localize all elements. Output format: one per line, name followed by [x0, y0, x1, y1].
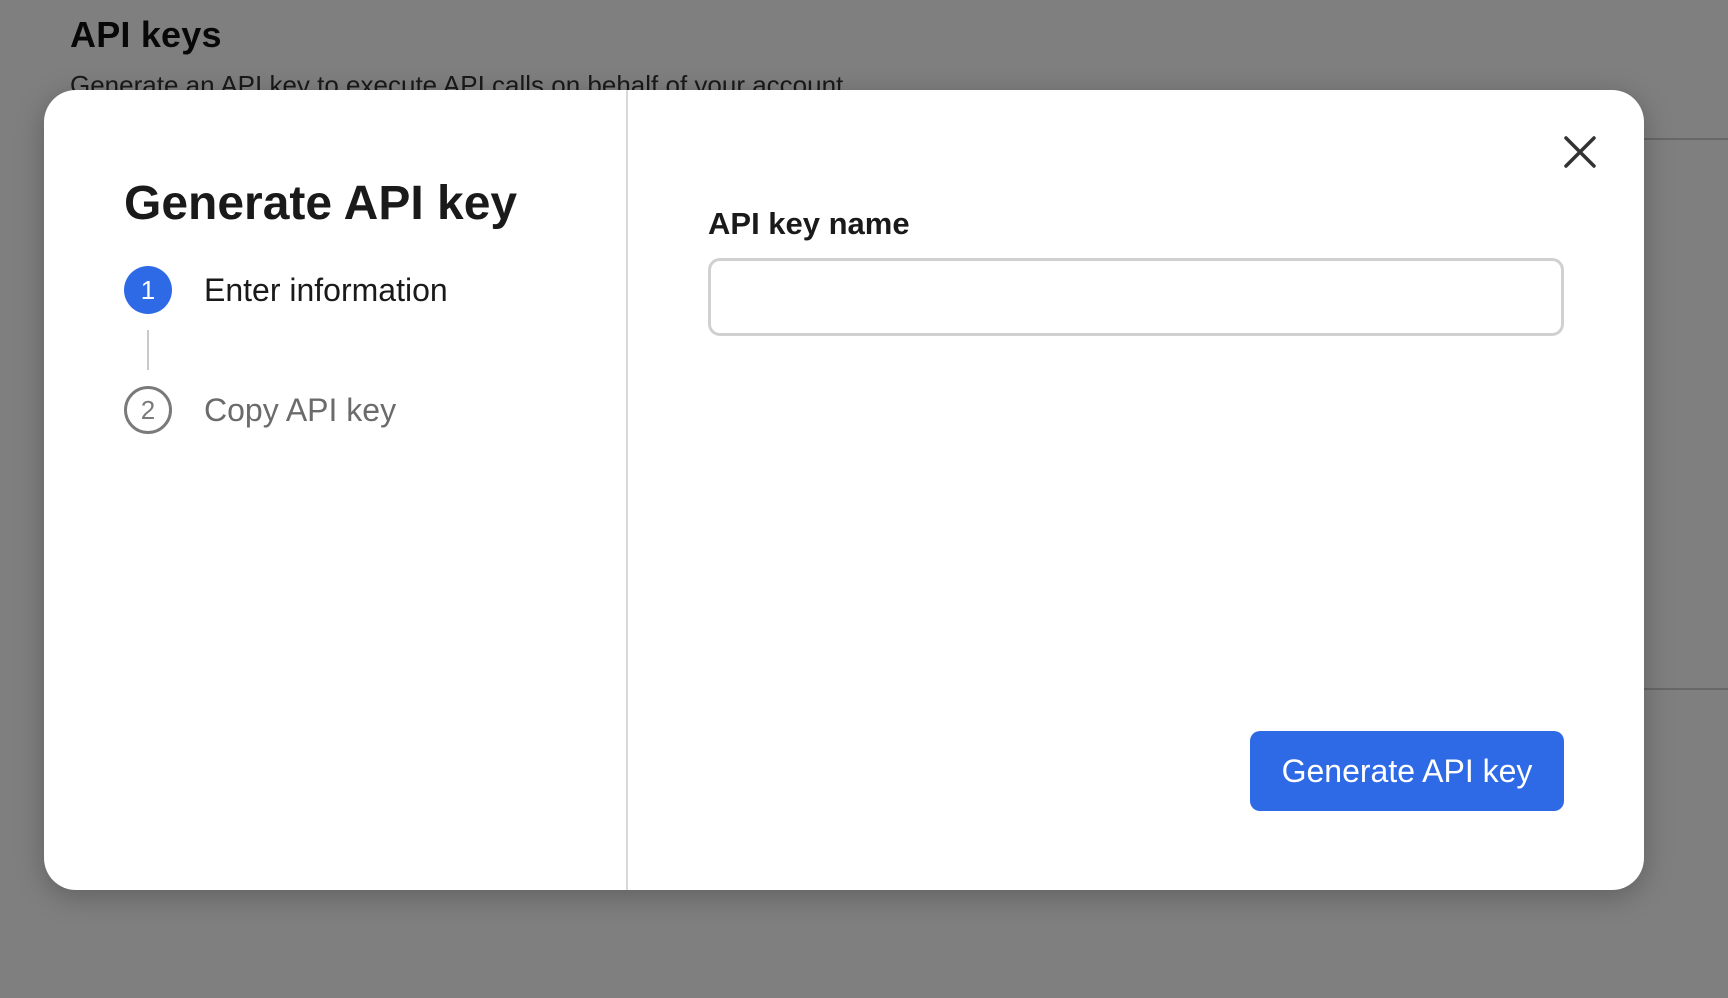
close-icon — [1564, 136, 1596, 168]
step-1-indicator: 1 — [124, 266, 172, 314]
step-2-label: Copy API key — [204, 391, 397, 428]
step-connector — [147, 330, 149, 370]
api-key-name-label: API key name — [708, 206, 910, 241]
step-2-indicator: 2 — [124, 386, 172, 434]
close-button[interactable] — [1560, 132, 1600, 172]
generate-api-key-button[interactable]: Generate API key — [1250, 731, 1564, 811]
step-1-label: Enter information — [204, 271, 448, 308]
step-copy-api-key: 2 Copy API key — [124, 386, 396, 434]
step-enter-information: 1 Enter information — [124, 266, 448, 314]
dialog-title: Generate API key — [124, 177, 518, 230]
steps-panel: Generate API key 1 Enter information 2 C… — [44, 90, 626, 890]
api-key-name-input[interactable] — [708, 258, 1564, 336]
form-panel: API key name Generate API key — [628, 90, 1644, 890]
generate-api-key-dialog: Generate API key 1 Enter information 2 C… — [44, 90, 1644, 890]
